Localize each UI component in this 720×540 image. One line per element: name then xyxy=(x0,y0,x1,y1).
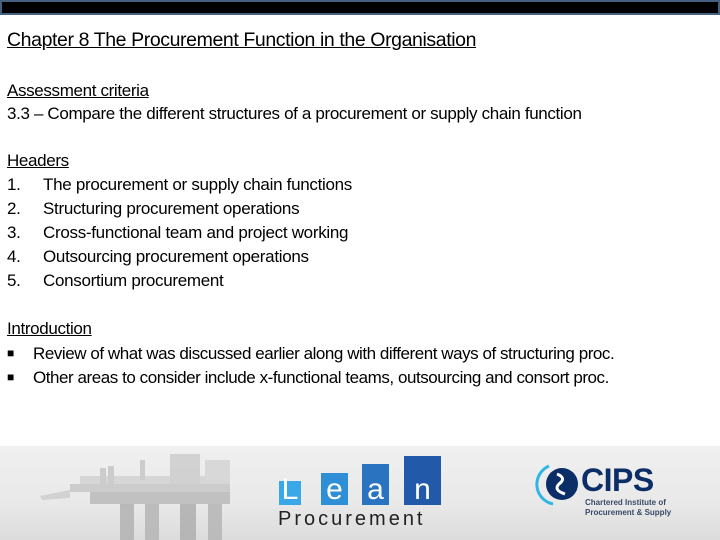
item-text: Other areas to consider include x-functi… xyxy=(33,368,609,387)
item-number: 1. xyxy=(7,175,21,194)
logo-letter: n xyxy=(414,473,431,506)
cips-emblem-icon xyxy=(535,464,578,506)
logo-word: Procurement xyxy=(278,508,426,530)
top-bar xyxy=(0,0,720,15)
introduction-list-item: ■ Other areas to consider include x-funct… xyxy=(7,365,614,389)
headers-list-item: 5. Consortium procurement xyxy=(7,269,352,293)
item-number: 2. xyxy=(7,199,21,218)
item-number: 5. xyxy=(7,271,21,290)
item-label: Outsourcing procurement operations xyxy=(43,247,309,266)
logo-bar: a xyxy=(362,464,389,506)
logo-bar: e xyxy=(321,473,348,506)
item-number: 3. xyxy=(7,223,21,242)
item-text: Review of what was discussed earlier alo… xyxy=(33,344,615,363)
slide-title: Chapter 8 The Procurement Function in th… xyxy=(7,29,477,51)
logo-bar: n xyxy=(404,456,441,506)
oil-rig-image xyxy=(40,454,230,540)
square-bullet-icon: ■ xyxy=(7,370,14,384)
headers-list-item: 3. Cross-functional team and project work… xyxy=(7,221,352,245)
introduction-heading: Introduction xyxy=(7,319,92,338)
assessment-heading: Assessment criteria xyxy=(7,81,149,100)
headers-heading: Headers xyxy=(7,151,69,170)
footer-banner: L e a n Procurement CIPS Chartered Insti… xyxy=(0,446,720,540)
item-label: The procurement or supply chain function… xyxy=(43,175,352,194)
logo-letter: L xyxy=(281,473,299,506)
cips-tagline-1: Chartered Institute of xyxy=(585,498,666,507)
introduction-list: ■ Review of what was discussed earlier al… xyxy=(7,341,615,389)
lean-procurement-logo: L e a n Procurement xyxy=(278,446,448,540)
square-bullet-icon: ■ xyxy=(7,346,14,360)
headers-list-item: 4. Outsourcing procurement operations xyxy=(7,245,352,269)
introduction-list-item: ■ Review of what was discussed earlier al… xyxy=(7,341,615,365)
assessment-text: 3.3 – Compare the different structures o… xyxy=(7,104,582,123)
logo-letter: a xyxy=(367,473,384,506)
item-label: Structuring procurement operations xyxy=(43,199,300,218)
item-number: 4. xyxy=(7,247,21,266)
headers-list-item: 1. The procurement or supply chain functi… xyxy=(7,173,352,197)
cips-logo: CIPS Chartered Institute of Procurement … xyxy=(535,460,675,520)
cips-tagline-2: Procurement & Supply xyxy=(585,508,672,517)
item-label: Cross-functional team and project workin… xyxy=(43,223,349,242)
item-label: Consortium procurement xyxy=(43,271,224,290)
headers-list: 1. The procurement or supply chain functi… xyxy=(7,173,352,293)
cips-name: CIPS xyxy=(581,462,654,498)
logo-letter: e xyxy=(326,473,343,506)
logo-bar: L xyxy=(279,473,301,506)
headers-list-item: 2. Structuring procurement operations xyxy=(7,197,352,221)
